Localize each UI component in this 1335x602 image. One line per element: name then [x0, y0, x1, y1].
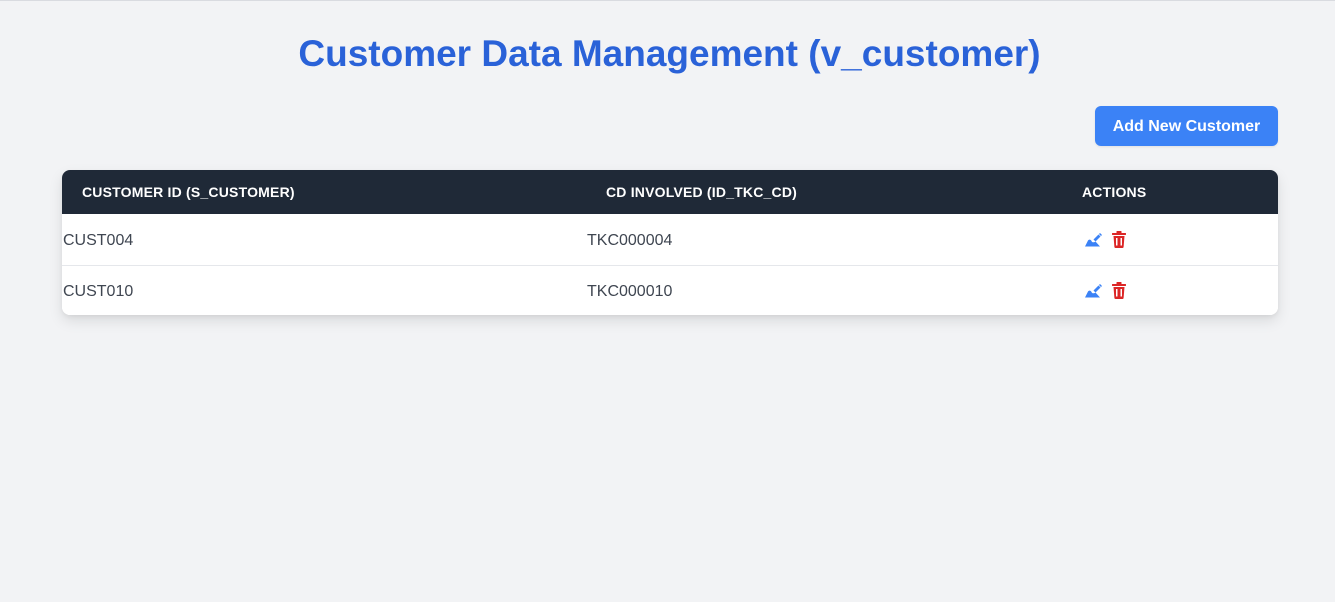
cell-customer-id: CUST004	[63, 232, 134, 249]
column-header-actions: ACTIONS	[1082, 184, 1147, 200]
table-row: CUST004 TKC000004	[62, 215, 1278, 266]
cell-customer-id: CUST010	[63, 283, 134, 300]
add-customer-button[interactable]: Add New Customer	[1095, 106, 1278, 146]
cell-cd-involved: TKC000004	[587, 232, 673, 249]
trash-icon[interactable]	[1112, 282, 1130, 300]
edit-icon[interactable]	[1084, 231, 1102, 249]
table-header: CUSTOMER ID (S_CUSTOMER) CD INVOLVED (ID…	[62, 170, 1278, 214]
page-title: Customer Data Management (v_customer)	[298, 33, 1041, 74]
trash-icon[interactable]	[1112, 231, 1130, 249]
table-row: CUST010 TKC000010	[62, 266, 1278, 315]
column-header-customer-id: CUSTOMER ID (S_CUSTOMER)	[82, 184, 295, 200]
edit-icon[interactable]	[1084, 282, 1102, 300]
column-header-cd-involved: CD INVOLVED (ID_TKC_CD)	[606, 184, 798, 200]
cell-cd-involved: TKC000010	[587, 283, 673, 300]
customer-table: CUSTOMER ID (S_CUSTOMER) CD INVOLVED (ID…	[62, 170, 1278, 315]
